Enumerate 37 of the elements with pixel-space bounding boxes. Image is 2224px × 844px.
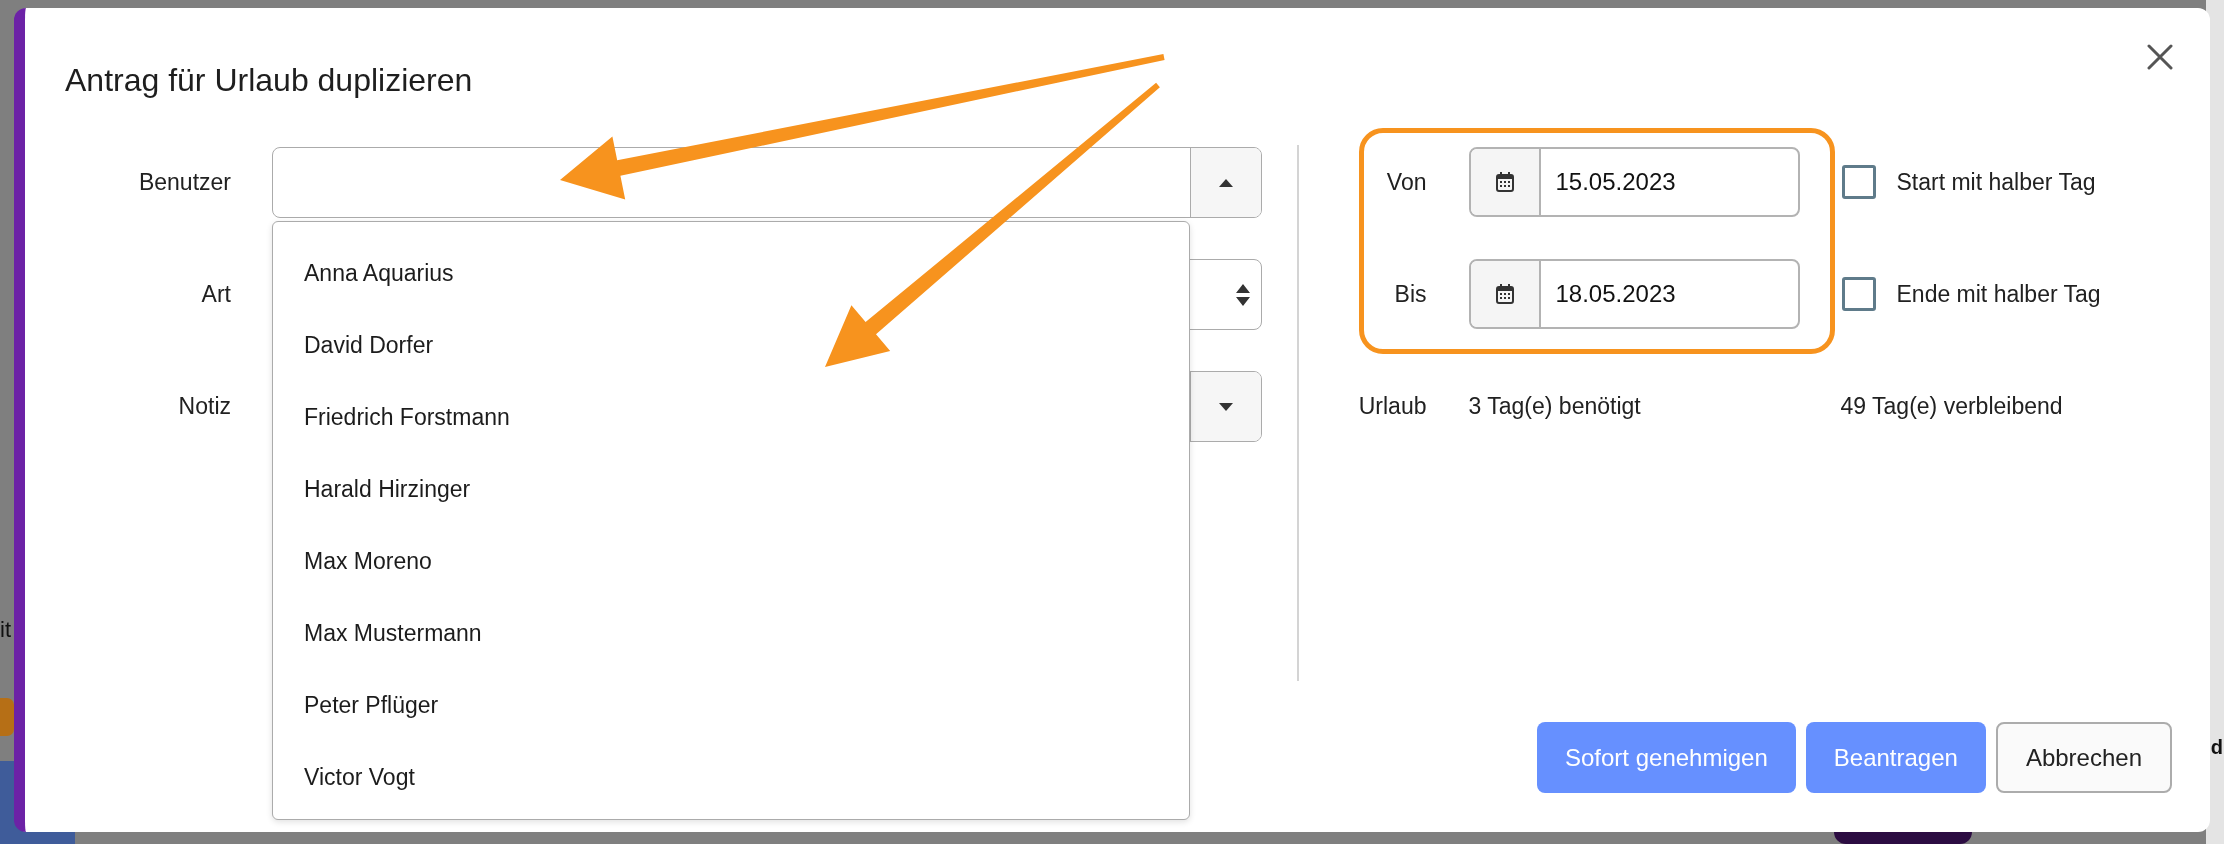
checkbox[interactable] <box>1841 277 1876 311</box>
days-remaining-text: 49 Tag(e) verbleibend <box>1840 392 2063 420</box>
round-badge <box>0 698 14 736</box>
field-label: Art <box>200 281 231 308</box>
updown-caret-icon <box>1236 283 1250 306</box>
date-field[interactable]: 15.05.2023 <box>1468 147 1800 217</box>
checkbox-label: Start mit halber Tag <box>1896 168 2096 196</box>
dropdown-option[interactable]: Max Mustermann <box>273 597 1189 669</box>
action-button[interactable]: Abbrechen <box>1995 722 2172 793</box>
field-label: Notiz <box>177 393 231 420</box>
combobox-field[interactable] <box>272 147 1262 218</box>
dropdown-option[interactable]: Victor Vogt <box>273 741 1189 813</box>
dropdown-option[interactable]: Friedrich Forstmann <box>273 381 1189 453</box>
calendar-icon <box>1495 172 1514 192</box>
dropdown-option[interactable]: Anna Aquarius <box>273 237 1189 309</box>
field-label: Benutzer <box>137 169 231 196</box>
date-label: Von <box>1385 168 1428 196</box>
dropdown-toggle-button[interactable] <box>1190 148 1261 217</box>
close-button[interactable] <box>2146 43 2174 71</box>
calendar-button[interactable] <box>1470 149 1541 215</box>
checkbox[interactable] <box>1841 165 1876 199</box>
close-icon <box>2147 44 2173 70</box>
calendar-button[interactable] <box>1470 261 1541 327</box>
backdrop-text: it <box>0 616 11 644</box>
date-label: Bis <box>1393 280 1428 308</box>
date-field[interactable]: 18.05.2023 <box>1468 259 1800 329</box>
dropdown-option[interactable]: Peter Pflüger <box>273 669 1189 741</box>
dropdown-option[interactable]: Max Moreno <box>273 525 1189 597</box>
dropdown-option[interactable]: Harald Hirzinger <box>273 453 1189 525</box>
backdrop-text: d <box>2210 735 2223 760</box>
summary-label: Urlaub <box>1358 392 1428 420</box>
checkbox-label: Ende mit halber Tag <box>1896 280 2101 308</box>
days-needed-text: 3 Tag(e) benötigt <box>1468 392 1642 420</box>
dropdown-toggle-button[interactable] <box>1190 372 1261 441</box>
calendar-icon <box>1495 284 1514 304</box>
dropdown-option[interactable]: David Dorfer <box>273 309 1189 381</box>
dialog-title: Antrag für Urlaub duplizieren <box>65 61 474 100</box>
